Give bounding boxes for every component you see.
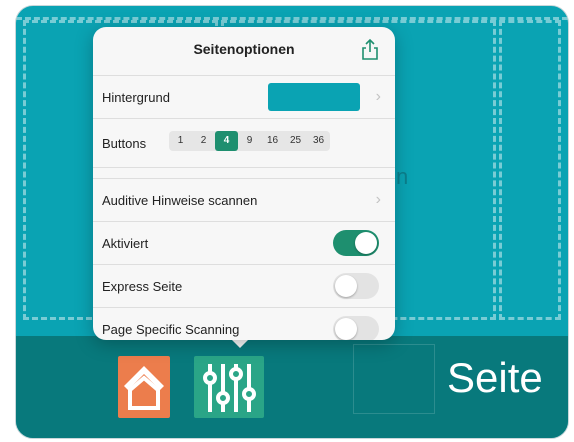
background-tile-letter: n	[396, 164, 409, 189]
activated-row: Aktiviert	[93, 221, 395, 264]
buttons-option-36[interactable]: 36	[307, 131, 330, 151]
buttons-label: Buttons	[102, 135, 147, 151]
home-icon	[124, 366, 164, 410]
background-row[interactable]: Hintergrund ›	[93, 75, 395, 118]
page-scanning-toggle[interactable]	[333, 316, 379, 340]
button-tile-3[interactable]	[499, 20, 561, 320]
page-options-popover: Seitenoptionen Hintergrund › Buttons 1 2…	[93, 27, 395, 340]
home-button[interactable]	[118, 356, 170, 418]
audio-hints-label: Auditive Hinweise scannen	[102, 192, 258, 208]
top-divider	[16, 6, 568, 20]
chevron-right-icon: ›	[375, 88, 381, 105]
buttons-option-4[interactable]: 4	[215, 131, 238, 151]
buttons-option-2[interactable]: 2	[192, 131, 215, 151]
page-label: Seite	[447, 354, 543, 401]
buttons-option-1[interactable]: 1	[169, 131, 192, 151]
toggle-knob	[335, 318, 357, 340]
activated-toggle[interactable]	[333, 230, 379, 256]
popover-header: Seitenoptionen	[93, 27, 395, 75]
express-label: Express Seite	[102, 278, 183, 294]
popover-title: Seitenoptionen	[193, 41, 295, 57]
share-icon[interactable]	[361, 38, 379, 60]
chevron-right-icon: ›	[375, 191, 381, 208]
buttons-option-16[interactable]: 16	[261, 131, 284, 151]
activated-label: Aktiviert	[102, 235, 149, 251]
buttons-option-25[interactable]: 25	[284, 131, 307, 151]
background-color-swatch[interactable]	[268, 83, 360, 111]
sliders-icon	[203, 364, 256, 412]
page-scanning-row: Page Specific Scanning	[93, 307, 395, 340]
section-gap	[93, 167, 395, 178]
toggle-knob	[355, 232, 377, 254]
express-toggle[interactable]	[333, 273, 379, 299]
background-label: Hintergrund	[102, 89, 170, 105]
express-row: Express Seite	[93, 264, 395, 307]
page-scanning-label: Page Specific Scanning	[102, 321, 240, 337]
buttons-row: Buttons 1 2 4 9 16 25 36	[93, 118, 395, 167]
buttons-count-selector[interactable]: 1 2 4 9 16 25 36	[169, 131, 330, 151]
audio-hints-row[interactable]: Auditive Hinweise scannen ›	[93, 178, 395, 221]
toggle-knob	[335, 275, 357, 297]
buttons-option-9[interactable]: 9	[238, 131, 261, 151]
page-options-button[interactable]	[194, 356, 264, 418]
empty-button-slot[interactable]	[353, 344, 435, 414]
